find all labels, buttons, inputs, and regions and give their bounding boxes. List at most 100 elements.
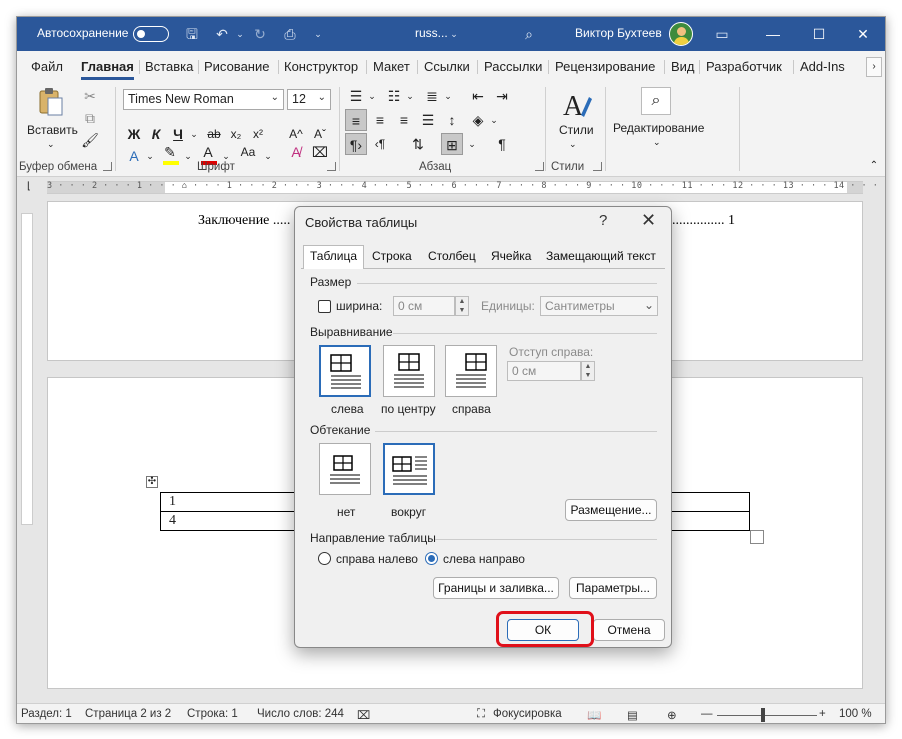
tab-review[interactable]: Рецензирование: [555, 59, 655, 74]
borders-icon[interactable]: ⊞: [441, 133, 463, 155]
paste-label[interactable]: Вставить: [27, 123, 78, 137]
proofing-icon[interactable]: ⌧: [357, 708, 370, 722]
positioning-button[interactable]: Размещение...: [565, 499, 657, 521]
editing-label[interactable]: Редактирование: [613, 121, 704, 135]
change-case-button[interactable]: Aa: [237, 141, 259, 163]
tab-developer[interactable]: Разработчик: [706, 59, 782, 74]
text-effects-dropdown-icon[interactable]: ⌄: [139, 145, 161, 167]
align-center-icon[interactable]: ≡: [369, 109, 391, 131]
font-launcher-icon[interactable]: [327, 162, 336, 171]
highlight-dropdown-icon[interactable]: ⌄: [177, 145, 199, 167]
align-center-label[interactable]: по центру: [381, 402, 436, 416]
customize-toolbar-icon[interactable]: ⌄: [309, 25, 327, 43]
status-page[interactable]: Страница 2 из 2: [85, 708, 171, 720]
shading-dropdown-icon[interactable]: ⌄: [483, 109, 505, 131]
styles-label[interactable]: Стили: [559, 123, 594, 137]
print-layout-view-icon[interactable]: ▤: [627, 708, 638, 722]
clear-formatting-icon[interactable]: A̸: [285, 141, 307, 163]
tab-home[interactable]: Главная: [81, 59, 134, 80]
direction-ltr-label[interactable]: слева направо: [443, 552, 525, 566]
tab-mailings[interactable]: Рассылки: [484, 59, 542, 74]
wrap-around-option[interactable]: [383, 443, 435, 495]
tab-row[interactable]: Строка: [372, 249, 412, 269]
cut-icon[interactable]: ✂: [79, 85, 101, 107]
autosave-toggle[interactable]: [133, 26, 169, 42]
wrap-none-option[interactable]: [319, 443, 371, 495]
indent-right-input[interactable]: 0 см: [507, 361, 581, 381]
direction-rtl-radio[interactable]: [318, 552, 331, 565]
styles-dropdown-icon[interactable]: ⌄: [569, 139, 577, 150]
options-button[interactable]: Параметры...: [569, 577, 657, 599]
read-mode-icon[interactable]: 📖: [587, 708, 601, 722]
paste-dropdown-icon[interactable]: ⌄: [47, 139, 55, 150]
pilcrow-button[interactable]: ¶: [491, 133, 513, 155]
editing-search-icon[interactable]: ⌕: [641, 87, 671, 115]
paragraph-launcher-icon[interactable]: [535, 162, 544, 171]
font-name-select[interactable]: Times New Roman ⌄: [123, 89, 284, 110]
align-left-option[interactable]: [319, 345, 371, 397]
tab-table[interactable]: Таблица: [303, 245, 365, 269]
doc-name-dropdown-icon[interactable]: ⌄: [445, 25, 463, 43]
zoom-out-button[interactable]: —: [701, 708, 713, 720]
tab-design[interactable]: Конструктор: [284, 59, 358, 74]
zoom-in-button[interactable]: +: [819, 708, 826, 720]
vertical-ruler[interactable]: [21, 213, 33, 525]
dialog-close-button[interactable]: ✕: [641, 210, 656, 231]
web-layout-icon[interactable]: ⊕: [667, 708, 677, 722]
clipboard-launcher-icon[interactable]: [103, 162, 112, 171]
borders-dropdown-icon[interactable]: ⌄: [461, 133, 483, 155]
format-painter-icon[interactable]: 🖌: [79, 129, 101, 151]
align-right-option[interactable]: [445, 345, 497, 397]
minimize-button[interactable]: —: [753, 21, 793, 47]
tab-draw[interactable]: Рисование: [204, 59, 269, 74]
align-right-icon[interactable]: ≡: [393, 109, 415, 131]
user-name[interactable]: Виктор Бухтеев: [575, 26, 662, 40]
tab-selector-icon[interactable]: ⌊: [23, 181, 35, 193]
toc-entry-right[interactable]: ............... 1: [672, 213, 735, 229]
align-center-option[interactable]: [383, 345, 435, 397]
decrease-indent-icon[interactable]: ⇤: [467, 85, 489, 107]
justify-icon[interactable]: ☰: [417, 109, 439, 131]
status-line[interactable]: Строка: 1: [187, 708, 238, 720]
maximize-button[interactable]: ☐: [799, 21, 839, 47]
borders-shading-button[interactable]: Границы и заливка...: [433, 577, 559, 599]
tab-view[interactable]: Вид: [671, 59, 695, 74]
line-spacing-icon[interactable]: ↕: [441, 109, 463, 131]
direction-rtl-label[interactable]: справа налево: [336, 552, 418, 566]
align-right-label[interactable]: справа: [452, 402, 491, 416]
multilevel-dropdown-icon[interactable]: ⌄: [437, 85, 459, 107]
horizontal-ruler[interactable]: ⌊ 3 · · · 2 · · · 1 · · · ⌂ · · · 1 · · …: [17, 178, 885, 196]
indent-right-spinner[interactable]: ▲ ▼: [581, 361, 595, 381]
styles-icon[interactable]: A: [561, 89, 593, 121]
tabs-scroll-right-icon[interactable]: ›: [866, 57, 882, 77]
tab-layout[interactable]: Макет: [373, 59, 410, 74]
status-words[interactable]: Число слов: 244: [257, 708, 344, 720]
redo-icon[interactable]: ↻: [251, 25, 269, 43]
numbering-dropdown-icon[interactable]: ⌄: [399, 85, 421, 107]
wrap-none-label[interactable]: нет: [337, 505, 355, 519]
align-left-icon[interactable]: ≡: [345, 109, 367, 131]
wrap-around-label[interactable]: вокруг: [391, 505, 426, 519]
tab-alt-text[interactable]: Замещающий текст: [546, 249, 656, 269]
undo-icon[interactable]: ↶: [213, 25, 231, 43]
units-select[interactable]: Сантиметры ⌄: [540, 296, 658, 316]
table-move-handle-icon[interactable]: ✣: [146, 476, 158, 488]
status-section[interactable]: Раздел: 1: [21, 708, 72, 720]
close-window-button[interactable]: ✕: [843, 21, 883, 47]
help-button[interactable]: ?: [599, 212, 607, 229]
editing-dropdown-icon[interactable]: ⌄: [653, 137, 661, 148]
ribbon-display-icon[interactable]: ▭: [713, 25, 731, 43]
tab-column[interactable]: Столбец: [428, 249, 476, 269]
undo-dropdown-icon[interactable]: ⌄: [231, 25, 249, 43]
search-icon[interactable]: ⌕: [520, 25, 538, 43]
direction-ltr-radio[interactable]: [425, 552, 438, 565]
width-checkbox[interactable]: [318, 300, 331, 313]
styles-launcher-icon[interactable]: [593, 162, 602, 171]
user-avatar[interactable]: [669, 22, 693, 46]
save-icon[interactable]: 🖫: [183, 25, 201, 43]
sort-icon[interactable]: ⇅: [407, 133, 429, 155]
tab-insert[interactable]: Вставка: [145, 59, 193, 74]
rtl-direction-icon[interactable]: ‹¶: [369, 133, 391, 155]
print-layout-icon[interactable]: ⎙: [281, 25, 299, 43]
zoom-slider-thumb[interactable]: [761, 708, 765, 722]
